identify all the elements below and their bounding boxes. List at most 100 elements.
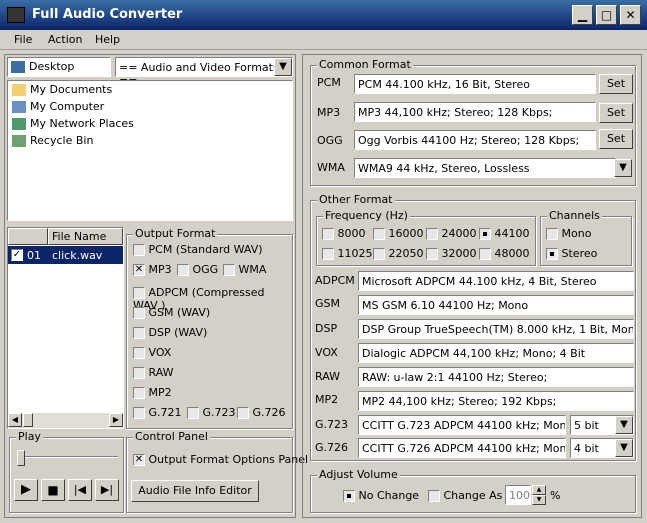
freq-24000[interactable]: 24000: [426, 227, 477, 240]
freq-44100[interactable]: 44100: [479, 227, 530, 240]
options-panel-toggle[interactable]: Output Format Options Panel: [133, 453, 308, 466]
scroll-left-button[interactable]: ◀: [8, 413, 22, 427]
mp2-checkbox[interactable]: [133, 387, 145, 399]
scroll-right-button[interactable]: ▶: [109, 413, 123, 427]
freq-44100-checkbox[interactable]: [479, 228, 491, 240]
options-panel-checkbox[interactable]: [133, 454, 145, 466]
freq-16000[interactable]: 16000: [373, 227, 424, 240]
change-as-radio[interactable]: [428, 490, 440, 502]
pcm-format-field[interactable]: PCM 44.100 kHz, 16 Bit, Stereo: [354, 74, 596, 94]
gsm-format-field[interactable]: MS GSM 6.10 44100 Hz; Mono: [358, 295, 634, 315]
dsp-format-field[interactable]: DSP Group TrueSpeech(TM) 8.000 kHz, 1 Bi…: [358, 319, 634, 339]
adpcm-checkbox[interactable]: [133, 287, 145, 299]
tree-item-recycle-bin[interactable]: Recycle Bin: [8, 132, 292, 149]
vox-checkbox[interactable]: [133, 347, 145, 359]
menu-help[interactable]: Help: [95, 33, 120, 46]
pcm-checkbox[interactable]: [133, 244, 145, 256]
freq-32000-checkbox[interactable]: [426, 248, 438, 260]
freq-22050-checkbox[interactable]: [373, 248, 385, 260]
column-header-filename[interactable]: File Name: [48, 228, 123, 245]
audio-file-info-editor-button[interactable]: Audio File Info Editor: [131, 480, 259, 502]
freq-16000-checkbox[interactable]: [373, 228, 385, 240]
minimize-button[interactable]: ▁: [572, 5, 593, 25]
seek-handle[interactable]: [17, 450, 25, 466]
stereo-option[interactable]: Stereo: [546, 247, 597, 260]
column-header-check[interactable]: [8, 228, 48, 245]
folder-tree[interactable]: My Documents My Computer My Network Plac…: [7, 80, 293, 221]
filter-dropdown-button[interactable]: ▼: [274, 58, 292, 76]
tree-item-network-places[interactable]: My Network Places: [8, 115, 292, 132]
mp3-set-button[interactable]: Set: [599, 103, 633, 123]
g726-format-field[interactable]: CCITT G.726 ADPCM 44100 kHz; Mono; 4 Bit: [358, 438, 566, 458]
row-checkbox[interactable]: ✓: [11, 249, 23, 261]
file-list[interactable]: File Name ✓ 01 click.wav ◀ ▶: [7, 227, 124, 429]
g721-checkbox[interactable]: [133, 407, 145, 419]
gsm-checkbox[interactable]: [133, 307, 145, 319]
previous-button[interactable]: |◀: [68, 479, 92, 501]
freq-24000-checkbox[interactable]: [426, 228, 438, 240]
mono-checkbox[interactable]: [546, 228, 558, 240]
ogg-option[interactable]: OGG: [177, 263, 218, 276]
gsm-option[interactable]: GSM (WAV): [133, 306, 210, 319]
menu-action[interactable]: Action: [48, 33, 82, 46]
raw-option[interactable]: RAW: [133, 366, 174, 379]
mp2-format-field[interactable]: MP2 44,100 kHz; Stereo; 192 Kbps;: [358, 391, 634, 411]
adpcm-format-field[interactable]: Microsoft ADPCM 44.100 kHz, 4 Bit, Stere…: [358, 271, 634, 291]
volume-input[interactable]: 100: [505, 485, 531, 505]
dsp-option[interactable]: DSP (WAV): [133, 326, 207, 339]
volume-down-button[interactable]: ▼: [532, 495, 546, 505]
no-change-option[interactable]: No Change: [343, 489, 419, 502]
mp3-option[interactable]: MP3: [133, 263, 172, 276]
maximize-button[interactable]: □: [596, 5, 617, 25]
freq-48000[interactable]: 48000: [479, 247, 530, 260]
freq-11025[interactable]: 11025: [322, 247, 373, 260]
g723-checkbox[interactable]: [187, 407, 199, 419]
pcm-option[interactable]: PCM (Standard WAV): [133, 243, 263, 256]
next-button[interactable]: ▶|: [95, 479, 119, 501]
horizontal-scrollbar[interactable]: ◀ ▶: [8, 413, 123, 428]
seek-track[interactable]: [18, 456, 118, 458]
freq-22050[interactable]: 22050: [373, 247, 424, 260]
tree-item-my-computer[interactable]: My Computer: [8, 98, 292, 115]
table-row[interactable]: ✓ 01 click.wav: [8, 246, 123, 264]
g723-format-field[interactable]: CCITT G.723 ADPCM 44100 kHz; Mono; 5 Bit: [358, 415, 566, 435]
filter-combo[interactable]: == Audio and Video Formats ==: [115, 57, 293, 87]
dsp-checkbox[interactable]: [133, 327, 145, 339]
stereo-checkbox[interactable]: [546, 248, 558, 260]
vox-option[interactable]: VOX: [133, 346, 171, 359]
ogg-format-field[interactable]: Ogg Vorbis 44100 Hz; Stereo; 128 Kbps;: [354, 130, 596, 150]
mp3-checkbox[interactable]: [133, 264, 145, 276]
mp3-format-field[interactable]: MP3 44,100 kHz; Stereo; 128 Kbps;: [354, 102, 596, 122]
play-button[interactable]: ▶: [14, 479, 38, 501]
change-as-option[interactable]: Change As: [428, 489, 502, 502]
no-change-radio[interactable]: [343, 490, 355, 502]
g726-option[interactable]: G.726: [237, 406, 286, 419]
freq-8000-checkbox[interactable]: [322, 228, 334, 240]
g723-option[interactable]: G.723: [187, 406, 236, 419]
wma-dropdown-button[interactable]: ▼: [614, 159, 632, 177]
ogg-set-button[interactable]: Set: [599, 129, 633, 149]
g723-dropdown-button[interactable]: ▼: [615, 416, 633, 434]
stop-button[interactable]: ■: [41, 479, 65, 501]
close-button[interactable]: ✕: [620, 5, 641, 25]
vox-format-field[interactable]: Dialogic ADPCM 44,100 kHz; Mono; 4 Bit: [358, 343, 634, 363]
mp2-option[interactable]: MP2: [133, 386, 172, 399]
mono-option[interactable]: Mono: [546, 227, 591, 240]
location-combo[interactable]: Desktop: [7, 57, 111, 77]
freq-48000-checkbox[interactable]: [479, 248, 491, 260]
menu-file[interactable]: File: [14, 33, 32, 46]
g726-checkbox[interactable]: [237, 407, 249, 419]
raw-checkbox[interactable]: [133, 367, 145, 379]
g721-option[interactable]: G.721: [133, 406, 182, 419]
freq-11025-checkbox[interactable]: [322, 248, 334, 260]
g726-dropdown-button[interactable]: ▼: [615, 439, 633, 457]
wma-format-field[interactable]: WMA9 44 kHz, Stereo, Lossless: [354, 158, 616, 178]
tree-item-my-documents[interactable]: My Documents: [8, 81, 292, 98]
scroll-thumb[interactable]: [23, 413, 33, 427]
freq-8000[interactable]: 8000: [322, 227, 366, 240]
ogg-checkbox[interactable]: [177, 264, 189, 276]
volume-up-button[interactable]: ▲: [532, 485, 546, 495]
wma-option[interactable]: WMA: [223, 263, 266, 276]
freq-32000[interactable]: 32000: [426, 247, 477, 260]
wma-checkbox[interactable]: [223, 264, 235, 276]
